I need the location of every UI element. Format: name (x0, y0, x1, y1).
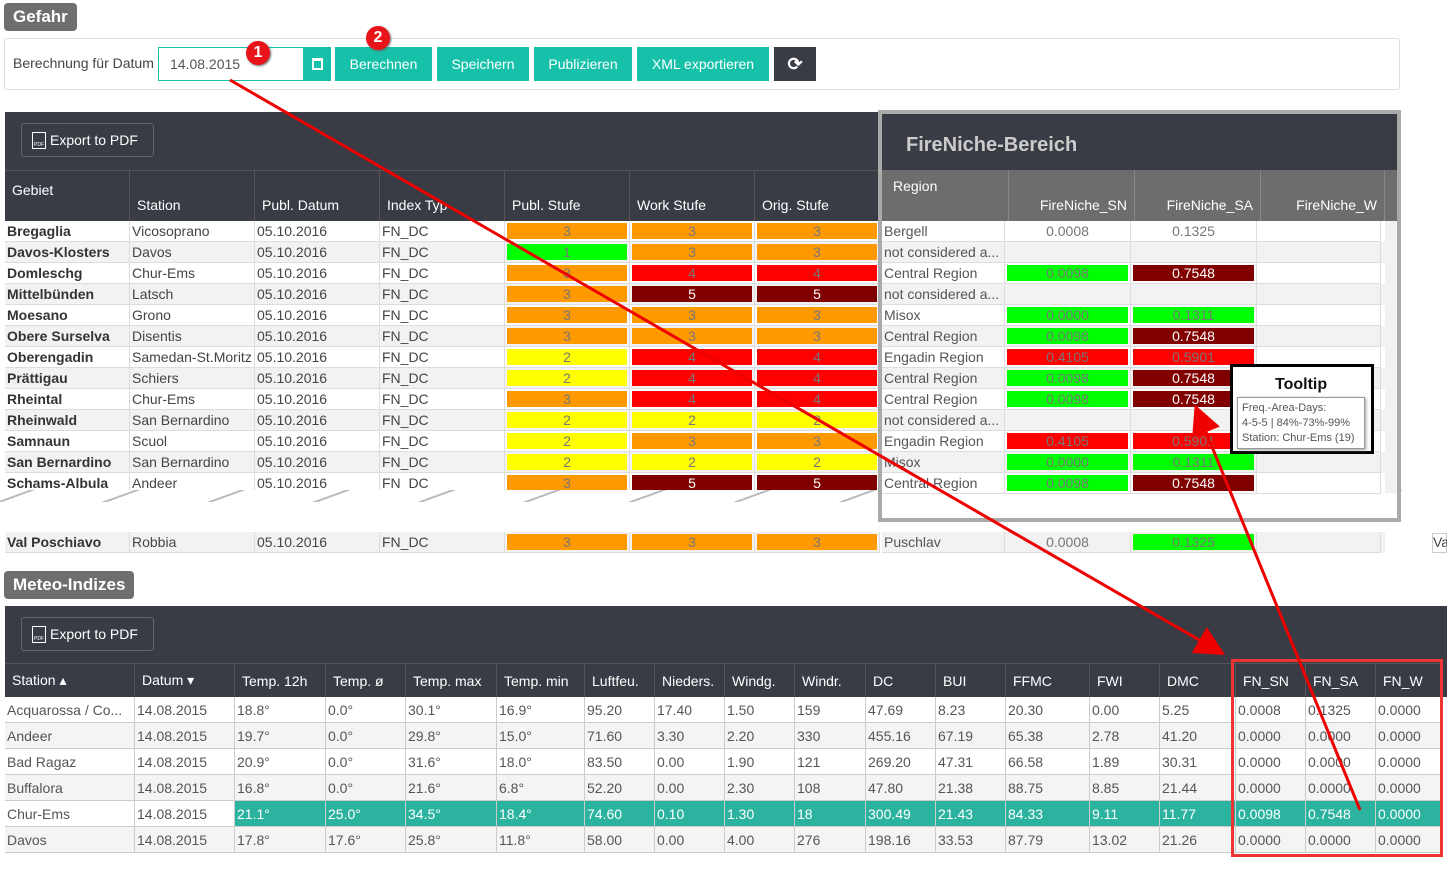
arrow-value-to-tooltip (1192, 404, 1362, 811)
annotation-arrows (229, 78, 1362, 811)
arrow-date-to-fn-columns (229, 78, 1226, 656)
